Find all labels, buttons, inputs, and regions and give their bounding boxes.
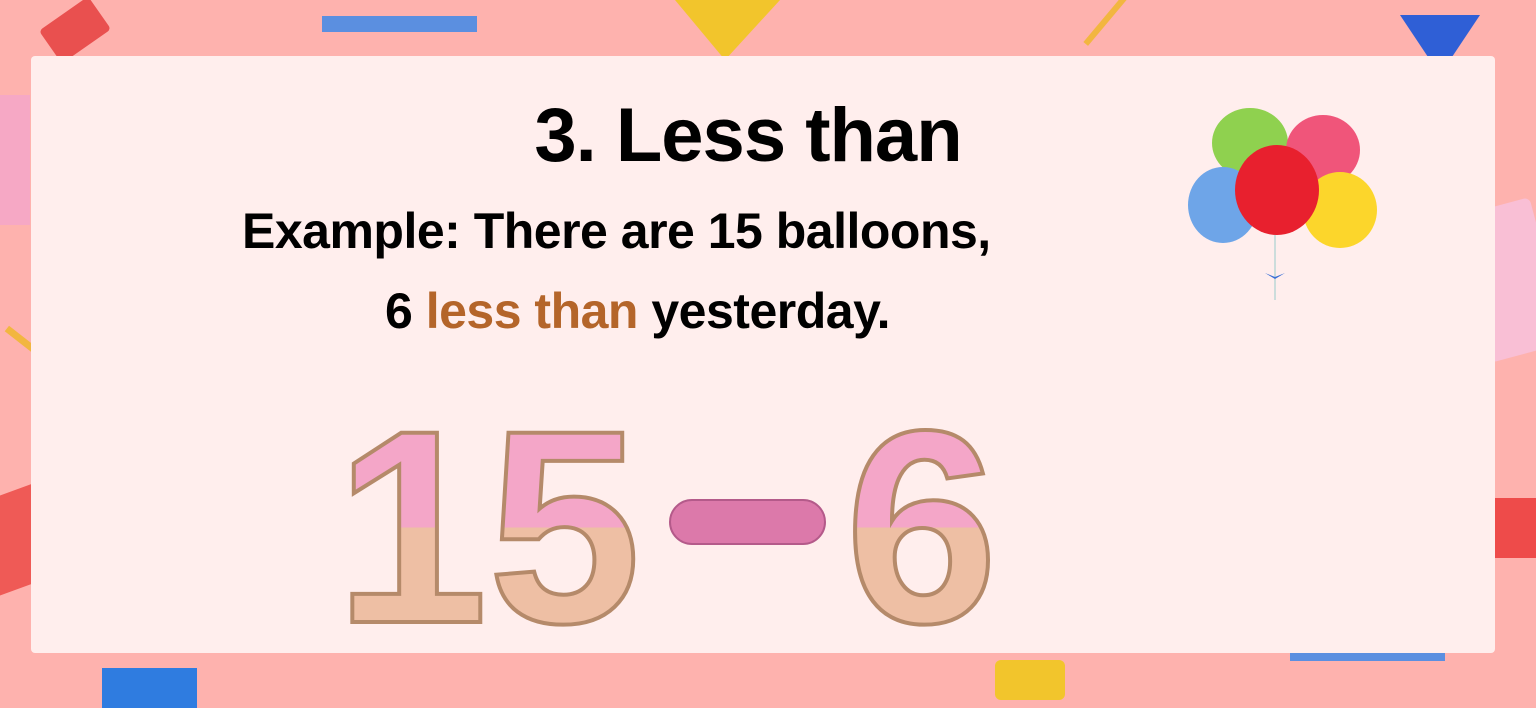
blue-cube-decoration (102, 668, 197, 708)
red-block-decoration (38, 0, 112, 64)
ruler-decoration (322, 16, 477, 32)
example-line-2: 6 less than yesterday. (385, 282, 891, 340)
highlight-less-than: less than (425, 283, 639, 339)
number-six: 6 (385, 283, 413, 339)
yellow-gem-decoration (995, 660, 1065, 700)
expression-right-number: 6 (845, 374, 998, 640)
expression-left-number: 15 (335, 374, 641, 640)
pencil-decoration (1083, 0, 1127, 46)
expression-illustration: 15 6 (333, 372, 1000, 640)
yellow-triangle-decoration (675, 0, 780, 60)
example-line-1: Example: There are 15 balloons, (242, 203, 991, 259)
example-line-2-end: yesterday. (651, 283, 891, 339)
minus-sign (669, 499, 826, 545)
balloons-illustration (1188, 108, 1377, 300)
